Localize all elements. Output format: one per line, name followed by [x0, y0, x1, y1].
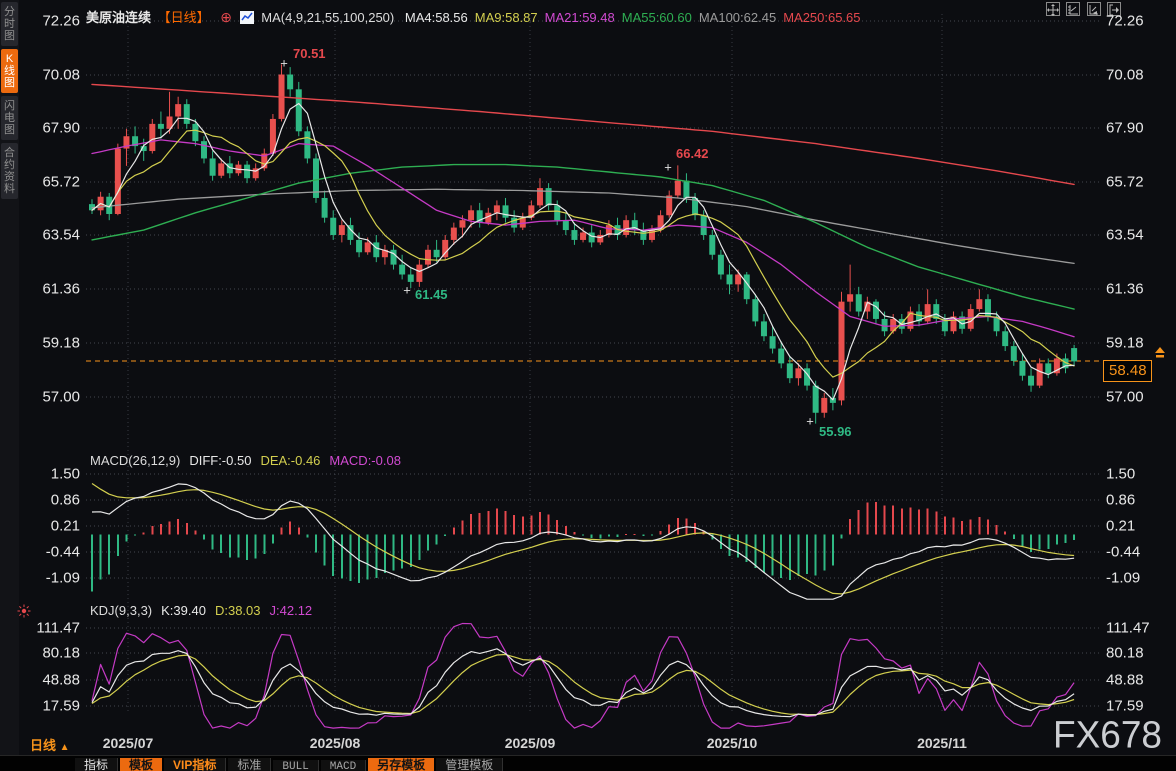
- macd-axis-label-left: -1.09: [28, 570, 80, 587]
- ma-value: MA250:65.65: [783, 10, 860, 25]
- macd-axis-label-right: -0.44: [1106, 544, 1140, 561]
- ma-value: MA55:60.60: [622, 10, 692, 25]
- price-axis-label-left: 59.18: [28, 335, 80, 352]
- price-axis-label-left: 61.36: [28, 281, 80, 298]
- kdj-legend-item: K:39.40: [161, 603, 206, 618]
- sidebar-tab-2[interactable]: K线图: [1, 49, 18, 93]
- toolbar-tab-3[interactable]: VIP指标: [164, 758, 226, 771]
- kdj-legend-item: D:38.03: [215, 603, 261, 618]
- period-selector[interactable]: 日线 ▲: [30, 735, 70, 754]
- toolbar-tab-2[interactable]: 模板: [120, 758, 162, 771]
- date-axis-label: 2025/08: [310, 735, 361, 751]
- price-chart-canvas[interactable]: [0, 0, 1176, 771]
- toolbar-tab-5[interactable]: BULL: [273, 760, 318, 771]
- indicator-toolbar: 指标模板VIP指标标准BULLMACD另存模板管理模板: [0, 755, 1176, 771]
- macd-axis-label-right: -1.09: [1106, 570, 1140, 587]
- toolbar-tab-6[interactable]: MACD: [321, 760, 366, 771]
- ma-value: MA100:62.45: [699, 10, 776, 25]
- crosshair-marker-icon: +: [280, 56, 288, 71]
- macd-legend-item: DEA:-0.46: [260, 453, 320, 468]
- date-axis-label: 2025/07: [103, 735, 154, 751]
- price-extreme-label: 55.96: [819, 424, 852, 439]
- date-axis-label: 2025/11: [917, 735, 967, 751]
- sidebar-tab-4[interactable]: 合约资料: [1, 143, 18, 199]
- macd-legend-item: DIFF:-0.50: [189, 453, 251, 468]
- kdj-axis-label-left: 111.47: [28, 620, 80, 637]
- price-extreme-label: 70.51: [293, 46, 326, 61]
- kdj-axis-label-right: 17.59: [1106, 698, 1144, 715]
- price-axis-label-right: 70.08: [1106, 67, 1144, 84]
- last-price-label: 58.48: [1103, 360, 1152, 382]
- kdj-axis-label-right: 80.18: [1106, 645, 1144, 662]
- price-axis-label-left: 70.08: [28, 67, 80, 84]
- macd-axis-label-right: 1.50: [1106, 466, 1135, 483]
- date-axis-label: 2025/10: [707, 735, 758, 751]
- crosshair-marker-icon: +: [664, 160, 672, 175]
- price-extreme-label: 66.42: [676, 146, 709, 161]
- kdj-legend-item: J:42.12: [270, 603, 313, 618]
- toolbar-tab-1[interactable]: 指标: [75, 758, 118, 771]
- kdj-axis-label-right: 48.88: [1106, 672, 1144, 689]
- watermark: FX678: [1053, 713, 1162, 756]
- price-axis-label-right: 65.72: [1106, 174, 1144, 191]
- price-axis-label-right: 63.54: [1106, 227, 1144, 244]
- macd-axis-label-left: 1.50: [28, 466, 80, 483]
- sidebar-tab-1[interactable]: 分时图: [1, 2, 18, 46]
- chart-header-legend: 美原油连续 【日线】 ⊕ MA(4,9,21,55,100,250) MA4:5…: [86, 7, 875, 26]
- kdj-axis-label-left: 48.88: [28, 672, 80, 689]
- toolbar-tab-7[interactable]: 另存模板: [368, 758, 434, 771]
- macd-legend: MACD(26,12,9) DIFF:-0.50 DEA:-0.46 MACD:-0.…: [90, 453, 410, 468]
- sidebar-tab-3[interactable]: 闪电图: [1, 96, 18, 140]
- symbol-title: 美原油连续: [86, 10, 151, 25]
- ma-value: MA9:58.87: [475, 10, 538, 25]
- period-tag: 【日线】: [158, 10, 210, 25]
- price-extreme-label: 61.45: [415, 287, 448, 302]
- kdj-axis-label-left: 80.18: [28, 645, 80, 662]
- toolbar-tab-8[interactable]: 管理模板: [436, 758, 503, 771]
- price-axis-label-left: 63.54: [28, 227, 80, 244]
- kdj-legend: KDJ(9,3,3) K:39.40 D:38.03 J:42.12: [90, 603, 321, 618]
- macd-axis-label-left: 0.86: [28, 492, 80, 509]
- add-indicator-icon[interactable]: ⊕: [220, 9, 232, 25]
- crosshair-marker-icon: +: [806, 414, 814, 429]
- date-axis-row: 日线 ▲ 2025/07 2025/08 2025/09 2025/10 2025/11: [0, 731, 1176, 755]
- toolbar-tab-4[interactable]: 标准: [228, 758, 271, 771]
- macd-legend-item: MACD(26,12,9): [90, 453, 180, 468]
- crosshair-marker-icon: +: [403, 283, 411, 298]
- chart-type-sidebar: 分时图 K线图闪电图合约资料: [0, 0, 19, 771]
- ma-value: MA4:58.56: [405, 10, 468, 25]
- ma-params-label: MA(4,9,21,55,100,250): [261, 10, 394, 25]
- price-axis-label-right: 61.36: [1106, 281, 1144, 298]
- price-axis-label-left: 57.00: [28, 389, 80, 406]
- date-axis-label: 2025/09: [505, 735, 556, 751]
- ma-value: MA21:59.48: [545, 10, 615, 25]
- pan-icon[interactable]: [1046, 2, 1060, 16]
- macd-axis-label-left: 0.21: [28, 518, 80, 535]
- macd-axis-label-right: 0.86: [1106, 492, 1135, 509]
- mini-chart-icon[interactable]: [240, 11, 254, 24]
- price-axis-label-right: 57.00: [1106, 389, 1144, 406]
- ma-values: MA4:58.56 MA9:58.87 MA21:59.48 MA55:60.60 MA…: [405, 10, 868, 25]
- macd-axis-label-left: -0.44: [28, 544, 80, 561]
- scale-right-icon[interactable]: [1087, 2, 1101, 16]
- macd-legend-item: MACD:-0.08: [329, 453, 401, 468]
- price-up-marker-icon: [1153, 346, 1167, 364]
- kdj-axis-label-right: 111.47: [1106, 620, 1150, 637]
- scale-left-icon[interactable]: [1066, 2, 1080, 16]
- trading-app-window: 分时图 K线图闪电图合约资料 美原油连续 【日线】 ⊕ MA(4,9,21,55,…: [0, 0, 1176, 771]
- macd-axis-label-right: 0.21: [1106, 518, 1135, 535]
- indicator-settings-icon[interactable]: [17, 604, 31, 623]
- kdj-legend-item: KDJ(9,3,3): [90, 603, 152, 618]
- price-axis-label-left: 67.90: [28, 120, 80, 137]
- price-axis-label-left: 65.72: [28, 174, 80, 191]
- price-axis-label-right: 59.18: [1106, 335, 1144, 352]
- price-axis-label-left: 72.26: [28, 13, 80, 30]
- kdj-axis-label-left: 17.59: [28, 698, 80, 715]
- chevron-up-icon: ▲: [60, 742, 70, 753]
- price-axis-label-right: 67.90: [1106, 120, 1144, 137]
- price-axis-label-right: 72.26: [1106, 13, 1144, 30]
